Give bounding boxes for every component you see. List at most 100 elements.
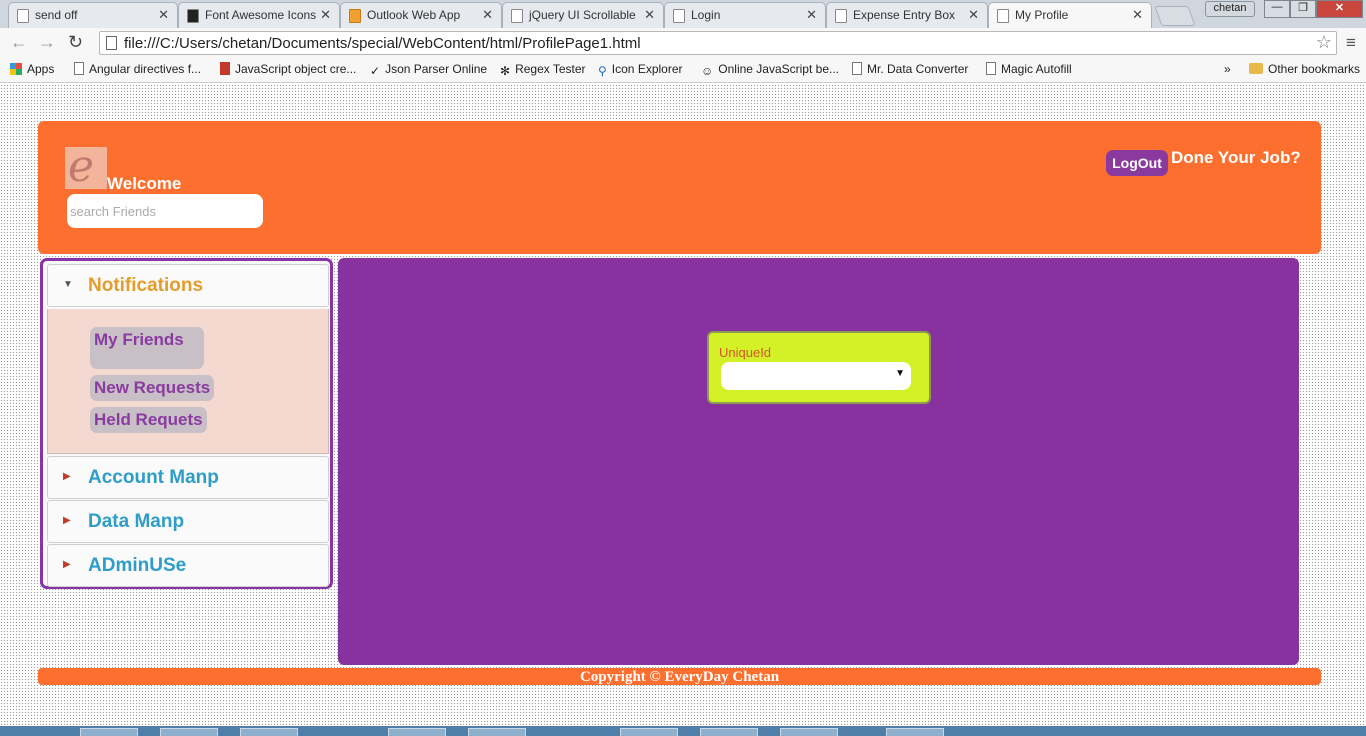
taskbar-item[interactable] bbox=[620, 728, 678, 736]
tab-expense-entry[interactable]: Expense Entry Box ✕ bbox=[826, 2, 988, 28]
close-icon[interactable]: ✕ bbox=[806, 7, 817, 23]
caret-down-icon: ▼ bbox=[63, 279, 73, 290]
folder-icon bbox=[1249, 63, 1263, 74]
tab-jquery-ui[interactable]: jQuery UI Scrollable ✕ bbox=[502, 2, 664, 28]
taskbar-item[interactable] bbox=[700, 728, 758, 736]
bookmark-star-icon[interactable]: ☆ bbox=[1316, 32, 1332, 53]
unique-id-label: UniqueId bbox=[719, 345, 772, 360]
page-icon bbox=[511, 9, 523, 23]
bookmark-apps[interactable]: Apps bbox=[10, 62, 54, 76]
notifications-panel: My Friends New Requests Held Requets bbox=[47, 309, 329, 454]
reload-icon[interactable]: ↻ bbox=[68, 32, 83, 53]
tab-outlook[interactable]: Outlook Web App ✕ bbox=[340, 2, 502, 28]
tab-title: Login bbox=[691, 8, 721, 22]
accordion-adminuse[interactable]: ▶ ADminUSe bbox=[47, 544, 329, 587]
tab-title: My Profile bbox=[1015, 8, 1069, 22]
close-icon[interactable]: ✕ bbox=[1132, 7, 1143, 23]
outlook-icon bbox=[349, 9, 361, 23]
close-icon[interactable]: ✕ bbox=[482, 7, 493, 23]
browser-tab-bar: send off ✕ Font Awesome Icons ✕ Outlook … bbox=[0, 0, 1366, 29]
bookmark-icon-explorer[interactable]: ⚲ Icon Explorer bbox=[598, 62, 683, 78]
bookmark-js-object[interactable]: JavaScript object cre... bbox=[220, 62, 356, 76]
apps-grid-icon bbox=[10, 63, 22, 75]
sidebar-accordion: ▼ Notifications My Friends New Requests … bbox=[40, 258, 333, 589]
bookmark-magic-autofill[interactable]: Magic Autofill bbox=[986, 62, 1072, 76]
bookmark-label: Json Parser Online bbox=[385, 62, 488, 76]
tab-title: send off bbox=[35, 8, 78, 22]
taskbar-item[interactable] bbox=[160, 728, 218, 736]
taskbar-item[interactable] bbox=[886, 728, 944, 736]
new-requests-link[interactable]: New Requests bbox=[90, 375, 215, 401]
held-requests-link[interactable]: Held Requets bbox=[90, 407, 207, 433]
accordion-account-manp[interactable]: ▶ Account Manp bbox=[47, 456, 329, 499]
logout-button[interactable]: LogOut bbox=[1106, 150, 1168, 176]
bookmarks-overflow-chevron[interactable]: » bbox=[1224, 62, 1231, 76]
maximize-icon[interactable]: ❐ bbox=[1290, 0, 1316, 18]
page-icon bbox=[17, 9, 29, 23]
page-icon bbox=[835, 9, 847, 23]
caret-right-icon: ▶ bbox=[63, 559, 71, 570]
bookmark-label: Mr. Data Converter bbox=[867, 62, 969, 76]
accordion-notifications[interactable]: ▼ Notifications bbox=[47, 264, 329, 307]
gear-icon: ✻ bbox=[500, 64, 511, 78]
tab-login[interactable]: Login ✕ bbox=[664, 2, 826, 28]
unique-id-box: UniqueId ▼ bbox=[707, 331, 931, 404]
header-tagline: Done Your Job? bbox=[1171, 148, 1301, 167]
logo: e bbox=[65, 141, 107, 192]
flag-icon bbox=[187, 9, 199, 23]
tab-title: Expense Entry Box bbox=[853, 8, 956, 22]
page-icon bbox=[986, 62, 996, 75]
bookmark-online-js[interactable]: ☺ Online JavaScript be... bbox=[701, 62, 839, 78]
bookmark-angular[interactable]: Angular directives f... bbox=[74, 62, 201, 76]
caret-right-icon: ▶ bbox=[63, 471, 71, 482]
search-friends-input[interactable] bbox=[67, 194, 263, 228]
address-bar[interactable]: file:///C:/Users/chetan/Documents/specia… bbox=[99, 31, 1337, 55]
page-content: e Welcome LogOut Done Your Job? ▼ Notifi… bbox=[0, 84, 1366, 726]
accordion-data-manp[interactable]: ▶ Data Manp bbox=[47, 500, 329, 543]
back-arrow-icon[interactable]: ← bbox=[10, 32, 28, 53]
taskbar-item[interactable] bbox=[240, 728, 298, 736]
minimize-icon[interactable]: — bbox=[1264, 0, 1290, 18]
page-icon bbox=[997, 9, 1009, 23]
site-footer: Copyright © EveryDay Chetan bbox=[38, 668, 1321, 685]
taskbar-item[interactable] bbox=[468, 728, 526, 736]
tab-title: Font Awesome Icons bbox=[205, 8, 317, 22]
bookmark-label: Regex Tester bbox=[515, 62, 586, 76]
site-header: e Welcome LogOut Done Your Job? bbox=[38, 121, 1321, 254]
bookmark-json-parser[interactable]: ✓ Json Parser Online bbox=[370, 62, 487, 78]
bookmark-label: Other bookmarks bbox=[1268, 62, 1361, 76]
unique-id-select[interactable]: ▼ bbox=[721, 362, 911, 390]
close-icon[interactable]: ✕ bbox=[320, 7, 331, 23]
new-tab-button[interactable] bbox=[1154, 6, 1196, 26]
close-icon[interactable]: ✕ bbox=[644, 7, 655, 23]
main-panel: UniqueId ▼ bbox=[338, 258, 1299, 665]
tab-send-off[interactable]: send off ✕ bbox=[8, 2, 178, 28]
cat-icon: ☺ bbox=[701, 64, 714, 78]
bookmark-regex[interactable]: ✻ Regex Tester bbox=[500, 62, 586, 78]
page-icon bbox=[852, 62, 862, 75]
page-icon bbox=[106, 36, 117, 50]
close-icon[interactable]: ✕ bbox=[158, 7, 169, 23]
tab-my-profile[interactable]: My Profile ✕ bbox=[988, 2, 1152, 29]
taskbar-item[interactable] bbox=[780, 728, 838, 736]
window-close-icon[interactable]: ✕ bbox=[1316, 0, 1363, 18]
browser-toolbar: ← → ↻ file:///C:/Users/chetan/Documents/… bbox=[0, 28, 1366, 58]
menu-icon[interactable]: ≡ bbox=[1346, 33, 1356, 53]
tab-font-awesome[interactable]: Font Awesome Icons ✕ bbox=[178, 2, 340, 28]
bookmark-data-converter[interactable]: Mr. Data Converter bbox=[852, 62, 968, 76]
profile-user-badge[interactable]: chetan bbox=[1205, 1, 1255, 17]
page-icon bbox=[74, 62, 84, 75]
accordion-label: Account Manp bbox=[88, 467, 219, 488]
bookmarks-bar: Apps Angular directives f... JavaScript … bbox=[0, 58, 1366, 83]
forward-arrow-icon[interactable]: → bbox=[38, 32, 56, 53]
os-taskbar bbox=[0, 726, 1366, 736]
close-icon[interactable]: ✕ bbox=[968, 7, 979, 23]
taskbar-item[interactable] bbox=[388, 728, 446, 736]
my-friends-link[interactable]: My Friends bbox=[90, 327, 204, 369]
accordion-label: Notifications bbox=[88, 275, 204, 296]
page-icon bbox=[673, 9, 685, 23]
taskbar-item[interactable] bbox=[80, 728, 138, 736]
bookmark-other[interactable]: Other bookmarks bbox=[1249, 62, 1360, 76]
url-text[interactable]: file:///C:/Users/chetan/Documents/specia… bbox=[124, 35, 641, 52]
accordion-label: Data Manp bbox=[88, 511, 185, 532]
